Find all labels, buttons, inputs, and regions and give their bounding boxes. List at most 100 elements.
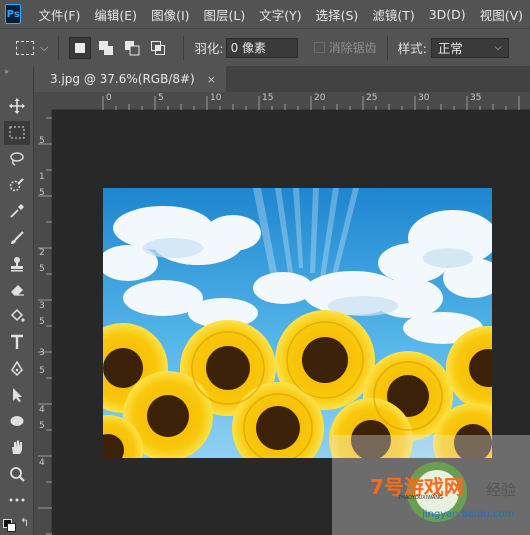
ruler-label: 30 — [418, 93, 430, 103]
ruler-label: 10 — [210, 93, 222, 103]
menu-type[interactable]: 文字(Y) — [252, 5, 308, 24]
brush-tool[interactable] — [4, 226, 30, 250]
lasso-icon — [10, 152, 24, 166]
antialias-checkbox[interactable] — [313, 42, 325, 53]
intersect-selection-icon — [151, 40, 166, 55]
new-selection-button[interactable] — [69, 36, 92, 59]
style-value: 正常 — [437, 41, 463, 56]
subtract-selection-button[interactable] — [121, 37, 143, 59]
more-tools-button[interactable] — [4, 488, 30, 512]
divider — [58, 35, 60, 60]
eyedropper-tool[interactable] — [4, 199, 30, 223]
sunflower-image — [103, 188, 492, 458]
ellipse-icon — [10, 416, 24, 426]
paint-bucket-tool[interactable] — [4, 304, 30, 328]
document-tab[interactable]: 3.jpg @ 37.6%(RGB/8#) × — [34, 66, 226, 92]
style-label: 样式: — [397, 41, 427, 56]
watermark-site-subtitle: 7HAOYOUXIWANG — [398, 495, 443, 501]
type-icon — [11, 334, 23, 349]
move-tool[interactable] — [4, 94, 30, 118]
ruler-label: 5 — [39, 188, 45, 198]
eraser-icon — [11, 285, 24, 296]
menu-view[interactable]: 视图(V) — [473, 5, 530, 24]
sunflower-photo — [103, 188, 492, 458]
style-select[interactable]: 正常 ⌵ — [430, 37, 509, 58]
more-icon — [9, 498, 25, 502]
type-tool[interactable] — [4, 330, 30, 354]
watermark-overlay: 7号游戏网 7HAOYOUXIWANG 经验 jingyan.baidu.com — [332, 435, 530, 535]
marquee-icon — [9, 126, 25, 139]
document-tab-title: 3.jpg @ 37.6%(RGB/8#) — [50, 72, 195, 86]
brush-icon — [11, 231, 24, 244]
ruler-label: 1 — [39, 172, 45, 182]
watermark-url: jingyan.baidu.com — [422, 509, 515, 520]
ruler-label: 25 — [366, 93, 378, 103]
lasso-tool[interactable] — [4, 147, 30, 171]
menu-edit[interactable]: 编辑(E) — [87, 5, 144, 24]
add-selection-button[interactable] — [95, 37, 117, 59]
divider — [183, 35, 185, 60]
ruler-label: 5 — [39, 317, 45, 327]
ruler-label: 5 — [39, 264, 45, 274]
hand-icon — [12, 440, 22, 454]
photoshop-logo: Ps — [5, 4, 22, 24]
zoom-icon — [10, 467, 25, 482]
bucket-icon — [10, 308, 25, 322]
menu-bar: Ps 文件(F) 编辑(E) 图像(I) 图层(L) 文字(Y) 选择(S) 滤… — [0, 0, 530, 28]
eraser-tool[interactable] — [4, 278, 30, 302]
menu-select[interactable]: 选择(S) — [309, 5, 366, 24]
stamp-icon — [11, 257, 23, 272]
divider — [386, 35, 388, 60]
chevron-down-icon: ⌵ — [494, 42, 502, 53]
ruler-label: 35 — [470, 93, 482, 103]
close-icon[interactable]: × — [207, 73, 216, 86]
ruler-label: 5 — [39, 421, 45, 431]
marquee-tool[interactable] — [4, 121, 30, 145]
ruler-label: 4 — [39, 458, 45, 468]
eyedropper-icon — [10, 204, 24, 218]
menu-image[interactable]: 图像(I) — [144, 5, 196, 24]
feather-input[interactable]: 0 像素 — [225, 37, 298, 58]
intersect-selection-button[interactable] — [147, 37, 169, 59]
vertical-ruler[interactable]: 5 1 5 2 5 3 5 3 5 4 5 4 — [34, 110, 52, 535]
quick-select-tool[interactable] — [4, 173, 30, 197]
horizontal-ruler[interactable]: 0 5 10 15 20 25 30 35 — [52, 92, 530, 110]
path-select-tool[interactable] — [4, 383, 30, 407]
new-selection-icon — [75, 42, 86, 53]
ruler-origin[interactable] — [34, 92, 52, 110]
clone-stamp-tool[interactable] — [4, 252, 30, 276]
ruler-label: 4 — [39, 405, 45, 415]
ruler-label: 2 — [39, 248, 45, 258]
watermark-brand: 经验 — [486, 481, 517, 499]
ruler-label: 5 — [39, 136, 45, 146]
menu-layer[interactable]: 图层(L) — [197, 5, 253, 24]
menu-3d[interactable]: 3D(D) — [422, 7, 473, 22]
pen-tool[interactable] — [4, 357, 30, 381]
canvas-area[interactable]: 7号游戏网 7HAOYOUXIWANG 经验 jingyan.baidu.com — [52, 110, 530, 535]
zoom-tool[interactable] — [4, 462, 30, 486]
document-tab-strip: 3.jpg @ 37.6%(RGB/8#) × — [34, 66, 530, 92]
pen-icon — [11, 361, 23, 377]
collapse-panel-icon[interactable]: » — [4, 67, 9, 76]
chevron-down-icon[interactable]: ⌵ — [40, 41, 48, 55]
options-bar: ⌵ 羽化: 0 像素 消除锯齿 样式: 正常 ⌵ — [0, 28, 530, 66]
tool-preset-marquee-icon[interactable] — [16, 40, 34, 55]
ruler-ticks — [102, 96, 520, 110]
ellipse-tool[interactable] — [4, 409, 30, 433]
ruler-label: 3 — [39, 301, 45, 311]
default-colors-icon[interactable] — [3, 519, 17, 532]
tools-panel: » ↰ — [0, 66, 34, 535]
hand-tool[interactable] — [4, 435, 30, 459]
quick-select-icon — [9, 178, 24, 192]
swap-colors-icon[interactable]: ↰ — [20, 516, 29, 529]
menu-filter[interactable]: 滤镜(T) — [365, 5, 421, 24]
feather-label: 羽化: — [194, 41, 224, 56]
ruler-label: 5 — [39, 366, 45, 376]
ruler-label: 20 — [314, 93, 326, 103]
menu-file[interactable]: 文件(F) — [31, 5, 87, 24]
path-select-icon — [13, 388, 22, 402]
add-selection-icon — [99, 40, 114, 55]
move-icon — [9, 98, 25, 114]
ruler-label: 15 — [262, 93, 274, 103]
ruler-label: 0 — [106, 93, 112, 103]
